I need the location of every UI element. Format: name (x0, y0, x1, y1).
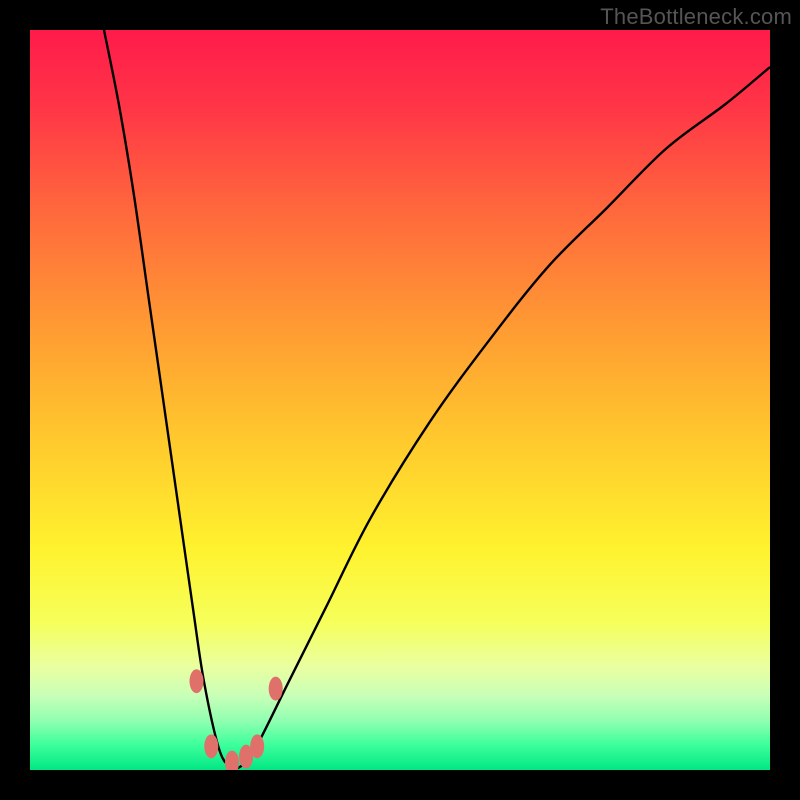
curve-marker (250, 734, 264, 758)
curve-marker (269, 677, 283, 701)
watermark-text: TheBottleneck.com (600, 4, 792, 30)
curve-marker (225, 751, 239, 770)
bottleneck-curve (30, 30, 770, 770)
curve-marker (190, 669, 204, 693)
plot-frame (30, 30, 770, 770)
curve-marker (204, 734, 218, 758)
